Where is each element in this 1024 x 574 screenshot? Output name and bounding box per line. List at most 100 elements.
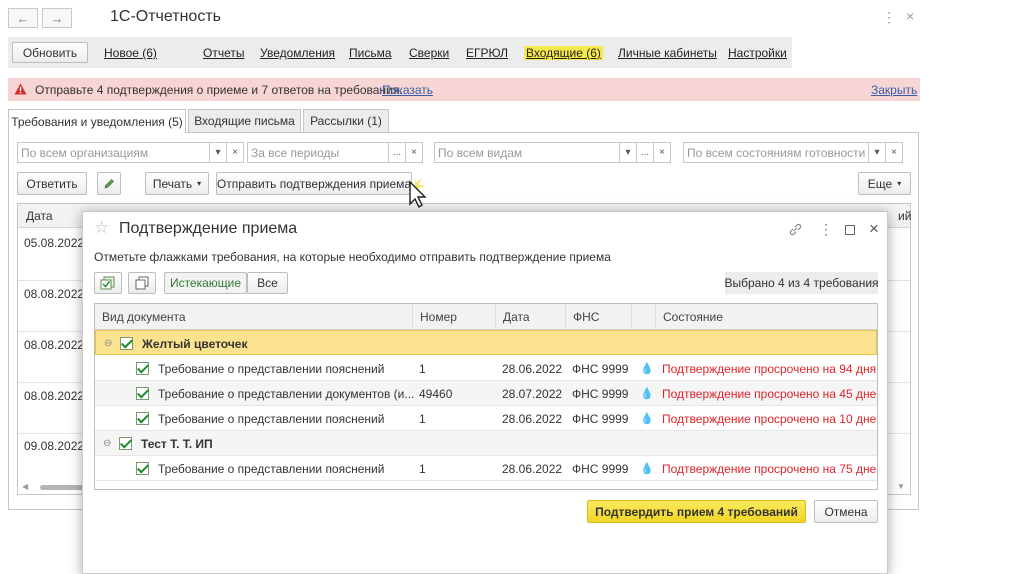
table-row[interactable]: Требование о представлении пояснений 1 2…: [95, 406, 877, 431]
group-checkbox[interactable]: [119, 437, 132, 450]
column-state: Состояние: [655, 304, 877, 330]
collapse-icon[interactable]: ⊖: [103, 431, 111, 456]
back-button[interactable]: ←: [8, 8, 38, 28]
dialog-instruction: Отметьте флажками требования, на которые…: [94, 250, 611, 264]
forward-button[interactable]: →: [42, 8, 72, 28]
grid-header: Вид документа Номер Дата ФНС Состояние: [95, 304, 877, 330]
filter-all-button[interactable]: Все: [247, 272, 288, 294]
check-all-button[interactable]: [94, 272, 122, 294]
state-filter[interactable]: По всем состояниям готовности: [683, 142, 869, 163]
uncheck-all-button[interactable]: [128, 272, 156, 294]
copy-icon: [135, 276, 149, 290]
doc-date: 28.06.2022: [502, 461, 563, 476]
period-filter[interactable]: За все периоды: [247, 142, 389, 163]
period-clear-icon[interactable]: ×: [405, 142, 423, 163]
star-icon[interactable]: ☆: [94, 218, 109, 238]
menu-item-letters[interactable]: Письма: [349, 46, 392, 60]
org-filter[interactable]: По всем организациям: [17, 142, 210, 163]
warning-icon: [14, 83, 27, 95]
menu-item-reconciliations[interactable]: Сверки: [409, 46, 449, 60]
more-vertical-icon[interactable]: ⋮: [882, 9, 896, 26]
more-vertical-icon[interactable]: ⋮: [819, 221, 833, 238]
row-checkbox[interactable]: [136, 412, 149, 425]
reply-button[interactable]: Ответить: [17, 172, 87, 195]
kind-select-icon[interactable]: ...: [636, 142, 654, 163]
arrow-left-icon: ←: [16, 10, 30, 26]
tab-incoming-letters[interactable]: Входящие письма: [188, 109, 301, 132]
row-date: 08.08.2022: [24, 389, 85, 403]
row-checkbox[interactable]: [136, 462, 149, 475]
scroll-down-icon[interactable]: ▼: [897, 482, 909, 492]
doc-type: Требование о представлении документов (и…: [158, 386, 415, 401]
maximize-icon[interactable]: [845, 225, 855, 235]
menu-item-new[interactable]: Новое (6): [104, 46, 157, 60]
group-row[interactable]: ⊖ Тест Т. Т. ИП: [95, 431, 877, 456]
close-icon[interactable]: ×: [906, 8, 914, 24]
menu-item-reports[interactable]: Отчеты: [203, 46, 244, 60]
org-dropdown-icon[interactable]: ▾: [209, 142, 227, 163]
column-header-partial: ий: [898, 209, 912, 223]
scroll-left-icon[interactable]: ◀: [22, 482, 34, 492]
table-row[interactable]: Требование о представлении пояснений 1 2…: [95, 456, 877, 481]
collapse-icon[interactable]: ⊖: [104, 331, 112, 356]
filter-expiring-button[interactable]: Истекающие: [164, 272, 247, 294]
row-date: 08.08.2022: [24, 338, 85, 352]
state-dropdown-icon[interactable]: ▾: [868, 142, 886, 163]
menu-item-notifications[interactable]: Уведомления: [260, 46, 335, 60]
alert-close-link[interactable]: Закрыть: [871, 83, 917, 97]
kind-dropdown-icon[interactable]: ▾: [619, 142, 637, 163]
alert-text: Отправьте 4 подтверждения о приеме и 7 о…: [35, 83, 403, 97]
doc-state: Подтверждение просрочено на 75 дней: [662, 461, 878, 476]
chevron-down-icon: ▾: [197, 179, 202, 188]
cancel-button[interactable]: Отмена: [814, 500, 878, 523]
doc-fns: ФНС 9999: [572, 461, 629, 476]
doc-number: 49460: [419, 386, 453, 401]
row-date: 05.08.2022: [24, 236, 85, 250]
requirements-grid: Вид документа Номер Дата ФНС Состояние ⊖…: [94, 303, 878, 490]
kind-clear-icon[interactable]: ×: [653, 142, 671, 163]
table-row[interactable]: Требование о представлении документов (и…: [95, 381, 877, 406]
overdue-icon: 💧: [640, 413, 654, 425]
group-checkbox[interactable]: [120, 337, 133, 350]
dialog-title: Подтверждение приема: [119, 220, 298, 237]
edit-button[interactable]: [97, 172, 121, 195]
menu-item-settings[interactable]: Настройки: [728, 46, 787, 60]
column-date: Дата: [495, 304, 565, 330]
doc-fns: ФНС 9999: [572, 386, 629, 401]
refresh-button[interactable]: Обновить: [12, 42, 88, 63]
overdue-icon: 💧: [640, 363, 654, 375]
table-row[interactable]: Требование о представлении пояснений 1 2…: [95, 356, 877, 381]
column-number: Номер: [412, 304, 495, 330]
tab-requirements[interactable]: Требования и уведомления (5): [8, 109, 186, 133]
row-checkbox[interactable]: [136, 362, 149, 375]
kind-filter[interactable]: По всем видам: [434, 142, 620, 163]
doc-date: 28.06.2022: [502, 361, 563, 376]
more-button[interactable]: Еще ▾: [858, 172, 911, 195]
selected-count: Выбрано 4 из 4 требования: [724, 272, 879, 294]
confirm-receipt-button[interactable]: Подтвердить прием 4 требований: [587, 500, 806, 523]
group-name: Желтый цветочек: [142, 336, 248, 351]
chevron-down-icon: ▾: [897, 179, 902, 188]
doc-date: 28.07.2022: [502, 386, 563, 401]
alert-show-link[interactable]: Показать: [382, 83, 433, 97]
close-icon[interactable]: ×: [869, 219, 879, 239]
menu-item-egrul[interactable]: ЕГРЮЛ: [466, 46, 508, 60]
doc-type: Требование о представлении пояснений: [158, 411, 385, 426]
pencil-icon: [104, 178, 114, 188]
alert-bar: Отправьте 4 подтверждения о приеме и 7 о…: [8, 78, 920, 101]
column-icon: [631, 304, 655, 330]
group-row[interactable]: ⊖ Желтый цветочек: [95, 330, 877, 355]
doc-type: Требование о представлении пояснений: [158, 461, 385, 476]
state-clear-icon[interactable]: ×: [885, 142, 903, 163]
menu-item-personal-accounts[interactable]: Личные кабинеты: [618, 46, 717, 60]
print-button[interactable]: Печать ▾: [145, 172, 209, 195]
send-confirmations-button[interactable]: Отправить подтверждения приема: [216, 172, 412, 195]
menu-item-incoming[interactable]: Входящие (6): [524, 46, 603, 60]
doc-fns: ФНС 9999: [572, 411, 629, 426]
mouse-cursor-icon: [409, 176, 427, 209]
period-select-icon[interactable]: ...: [388, 142, 406, 163]
org-clear-icon[interactable]: ×: [226, 142, 244, 163]
row-checkbox[interactable]: [136, 387, 149, 400]
tab-mailings[interactable]: Рассылки (1): [303, 109, 389, 132]
link-icon[interactable]: [788, 222, 803, 237]
